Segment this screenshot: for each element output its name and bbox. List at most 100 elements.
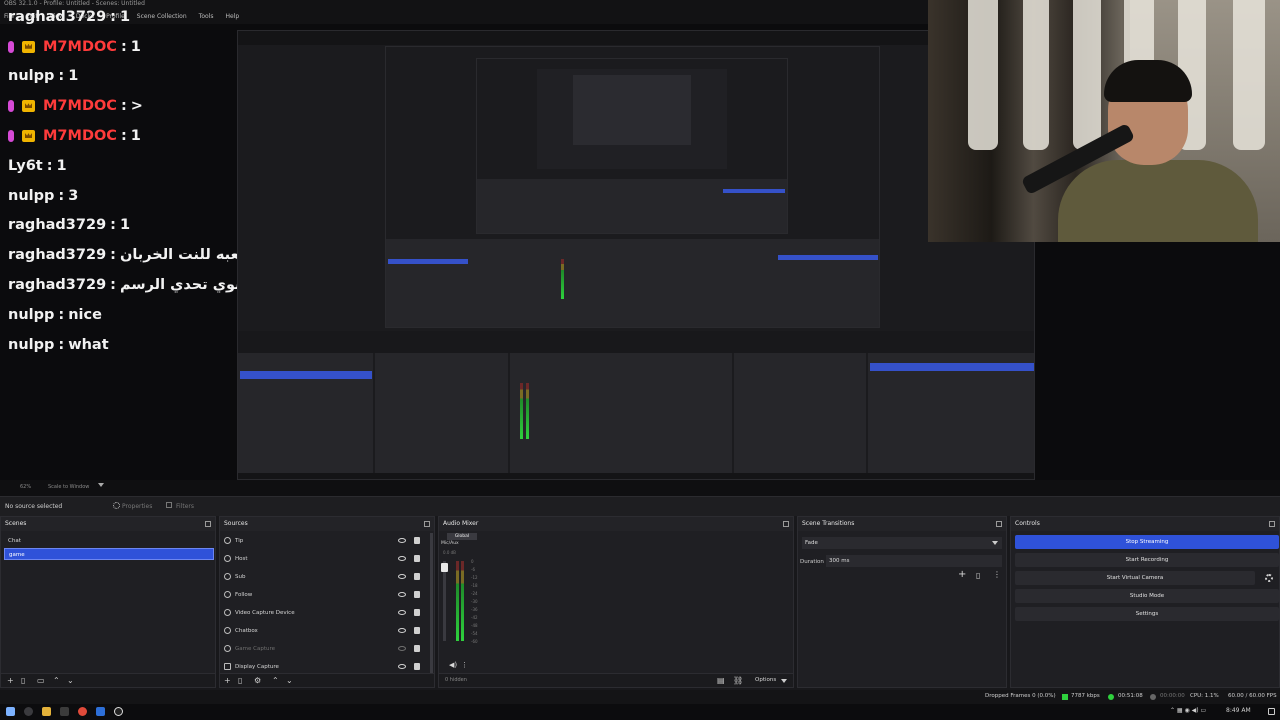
fps: 60.00 / 60.00 FPS	[1228, 693, 1277, 699]
chat-username: M7MDOC	[43, 98, 117, 115]
chevron-down-icon[interactable]	[781, 679, 787, 683]
file-explorer-icon[interactable]	[42, 707, 51, 716]
transition-select[interactable]: Fade	[802, 537, 1002, 549]
terminal-icon[interactable]	[60, 707, 69, 716]
source-item[interactable]: Host	[224, 550, 424, 568]
gear-icon[interactable]	[113, 502, 120, 509]
gear-icon[interactable]	[1265, 574, 1273, 582]
add-transition-icon[interactable]: +	[958, 569, 966, 580]
move-down-icon[interactable]: ⌄	[67, 676, 74, 686]
meter-tick-label: -6	[471, 567, 475, 572]
trash-icon[interactable]: ▯	[21, 676, 25, 686]
chat-message: raghad3729: نبي لعبه للنت الخربان	[8, 240, 275, 270]
transition-menu-icon[interactable]: ⋮	[993, 570, 1001, 579]
remove-transition-icon[interactable]: ▯	[976, 571, 980, 580]
float-icon[interactable]	[996, 521, 1002, 527]
start-icon[interactable]	[6, 707, 15, 716]
chat-separator: :	[58, 68, 65, 85]
float-icon[interactable]	[205, 521, 211, 527]
move-up-icon[interactable]: ⌃	[272, 676, 279, 686]
meter-tick-label: 0	[471, 559, 474, 564]
source-item[interactable]: Follow	[224, 586, 424, 604]
source-item[interactable]: Chatbox	[224, 622, 424, 640]
chat-separator: :	[110, 277, 116, 294]
visibility-eye-icon[interactable]	[398, 574, 406, 579]
scene-transitions-dock: Scene Transitions Fade Duration 300 ms +…	[797, 516, 1007, 688]
source-label: Chatbox	[235, 628, 258, 634]
tray-icons[interactable]: ⌃ ▦ ◉ ◀) ▭	[1170, 707, 1206, 714]
volume-slider-knob[interactable]	[441, 563, 448, 572]
stop-streaming-button[interactable]: Stop Streaming	[1015, 535, 1279, 549]
scene-item[interactable]: game	[4, 548, 214, 560]
options-button[interactable]: Options	[755, 677, 776, 683]
lock-icon[interactable]	[414, 537, 420, 544]
visibility-eye-icon[interactable]	[398, 664, 406, 669]
source-item[interactable]: Game Capture	[224, 640, 424, 658]
filters-button[interactable]: Filters	[176, 503, 194, 510]
lock-icon[interactable]	[414, 609, 420, 616]
gear-icon[interactable]: ⚙	[254, 676, 261, 686]
mixer-tab-global[interactable]: Global	[447, 533, 477, 540]
move-down-icon[interactable]: ⌄	[286, 676, 293, 686]
visibility-eye-icon[interactable]	[398, 538, 406, 543]
source-item[interactable]: Video Capture Device	[224, 604, 424, 622]
chat-message: nulpp:1	[8, 62, 243, 92]
float-icon[interactable]	[1269, 521, 1275, 527]
notification-icon[interactable]	[1268, 708, 1275, 715]
filter-icon[interactable]: ▭	[37, 676, 45, 686]
volume-slider[interactable]	[443, 561, 446, 641]
obs-preview[interactable]: OBS 32.1.0 - Profile: Untitled - Scenes:…	[0, 0, 1280, 496]
scrollbar[interactable]	[430, 533, 433, 673]
hidden-count: 0 hidden	[445, 677, 467, 683]
lock-icon[interactable]	[414, 663, 420, 670]
meter-tick-label: -30	[471, 599, 478, 604]
start-virtual-camera-button[interactable]: Start Virtual Camera	[1015, 571, 1255, 585]
chat-overlay: raghad3729:1 M7MDOC:1 nulpp:1 M7MDOC: > M7MDO…	[8, 2, 275, 360]
move-up-icon[interactable]: ⌃	[53, 676, 60, 686]
crown-badge-icon	[22, 130, 35, 143]
properties-bar: No source selected Properties Filters	[0, 496, 1280, 516]
clock[interactable]: 8:49 AM	[1226, 707, 1251, 714]
visibility-eye-icon[interactable]	[398, 592, 406, 597]
source-item[interactable]: Tip	[224, 532, 424, 550]
start-recording-button[interactable]: Start Recording	[1015, 553, 1279, 567]
visibility-eye-icon[interactable]	[398, 556, 406, 561]
visibility-eye-icon[interactable]	[398, 610, 406, 615]
visibility-eye-icon[interactable]	[398, 628, 406, 633]
chat-text: >	[130, 98, 143, 115]
studio-mode-button[interactable]: Studio Mode	[1015, 589, 1279, 603]
add-icon[interactable]: +	[7, 676, 14, 686]
chat-separator: :	[58, 187, 65, 204]
mute-icon[interactable]: ◀)	[449, 661, 457, 669]
visibility-eye-icon[interactable]	[398, 646, 406, 651]
float-icon[interactable]	[424, 521, 430, 527]
float-icon[interactable]	[783, 521, 789, 527]
properties-button[interactable]: Properties	[122, 503, 152, 510]
lock-icon[interactable]	[414, 573, 420, 580]
add-icon[interactable]: +	[224, 676, 231, 686]
search-icon[interactable]	[24, 707, 33, 716]
obs-icon[interactable]	[114, 707, 123, 716]
settings-button[interactable]: Settings	[1015, 607, 1279, 621]
scene-item[interactable]: Chat	[4, 535, 214, 547]
filter-icon[interactable]	[166, 502, 172, 508]
layout-icon[interactable]: ▤	[717, 676, 725, 686]
lock-icon[interactable]	[414, 645, 420, 652]
store-icon[interactable]	[96, 707, 105, 716]
chat-username: raghad3729	[8, 277, 107, 294]
link-icon[interactable]: ⛓	[733, 676, 743, 686]
chat-message: M7MDOC:1	[8, 121, 243, 151]
scale-mode[interactable]: Scale to Window	[48, 484, 89, 490]
lock-icon[interactable]	[414, 627, 420, 634]
zoom-level[interactable]: 62%	[20, 484, 31, 490]
chevron-down-icon[interactable]	[98, 483, 104, 487]
lock-icon[interactable]	[414, 591, 420, 598]
sources-title: Sources	[224, 520, 248, 527]
browser-icon[interactable]	[78, 707, 87, 716]
crown-badge-icon	[22, 40, 35, 53]
trash-icon[interactable]: ▯	[238, 676, 242, 686]
lock-icon[interactable]	[414, 555, 420, 562]
duration-input[interactable]: 300 ms	[826, 555, 1002, 567]
source-item[interactable]: Sub	[224, 568, 424, 586]
mixer-settings-icon[interactable]: ⋮	[461, 661, 468, 669]
